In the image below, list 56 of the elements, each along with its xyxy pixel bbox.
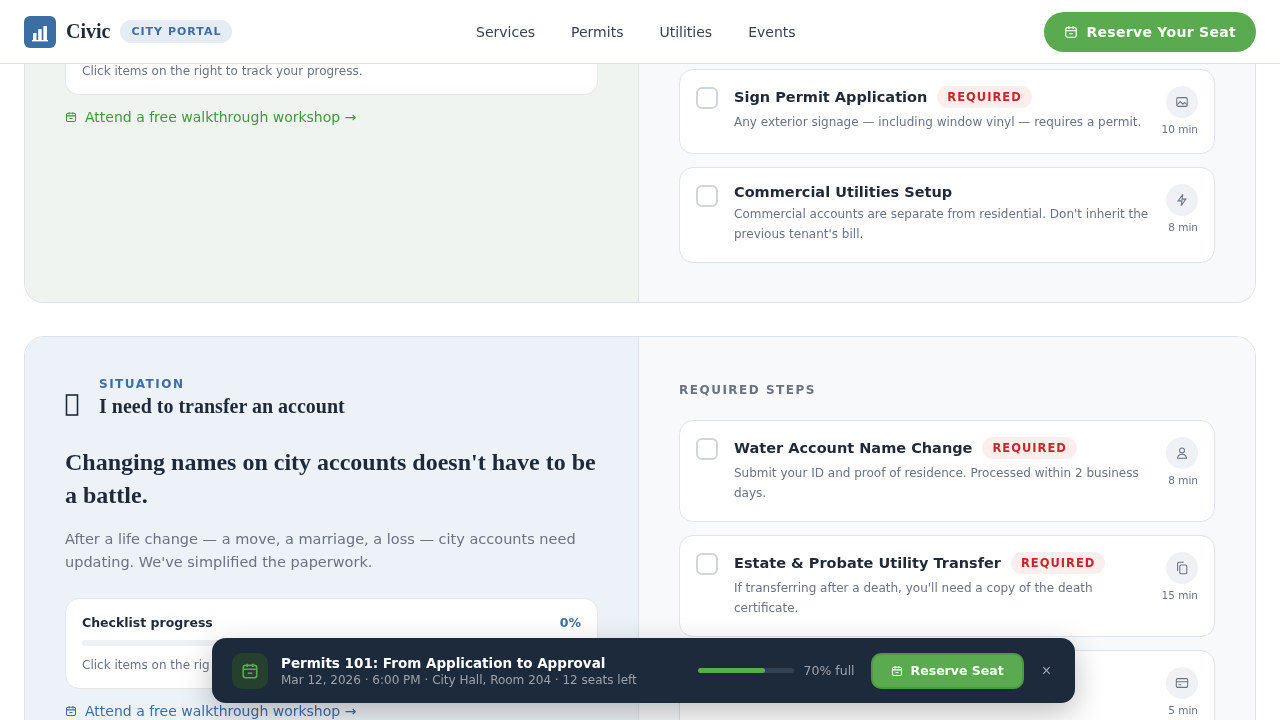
section-eyebrow: SITUATION: [99, 377, 186, 391]
bar-chart-logo-icon: [24, 15, 56, 48]
nav-link[interactable]: Services: [476, 23, 536, 40]
step-title: Sign Permit Application: [734, 89, 928, 105]
step-description: Submit your ID and proof of residence. Processed within 2 business days.: [734, 465, 1140, 502]
step-description: If transferring after a death, you'll need a copy of the death certificate.: [734, 580, 1094, 617]
calendar-icon: [1064, 24, 1079, 39]
required-badge: REQUIRED: [937, 86, 1032, 108]
step-title: Commercial Utilities Setup: [734, 184, 953, 200]
step-duration: 5 min: [1168, 704, 1198, 716]
portal-badge: CITY PORTAL: [120, 20, 233, 43]
nav-link[interactable]: Events: [748, 23, 796, 40]
close-button[interactable]: ×: [1037, 661, 1055, 680]
lightning-icon: [1175, 193, 1189, 207]
step-description: Commercial accounts are separate from residential. Don't inherit the previous tenant's bill.: [734, 206, 1150, 243]
situation-title: I need to transfer an account: [99, 395, 345, 418]
steps-heading: REQUIRED STEPS: [679, 383, 817, 397]
image-icon: [1175, 95, 1189, 109]
required-badge: REQUIRED: [1011, 552, 1106, 574]
step-card[interactable]: Estate & Probate Utility Transfer REQUIRED If transferring after a death, you'll need a copy of the death certificate. 15 min: [679, 535, 1215, 637]
event-details: Mar 12, 2026 · 6:00 PM · City Hall, Room 204 · 12 seats left: [281, 672, 638, 687]
step-checkbox[interactable]: [696, 438, 718, 460]
section-heading: Changing names on city accounts doesn't have to be a battle.: [65, 448, 597, 510]
copy-icon: [1175, 561, 1189, 575]
step-title: Water Account Name Change: [734, 440, 973, 456]
step-card[interactable]: Water Account Name Change REQUIRED Submit your ID and proof of residence. Processed within 2 business days. 8 min: [679, 420, 1215, 522]
step-description: Any exterior signage — including window vinyl — requires a permit.: [734, 114, 1143, 131]
capacity-text: 70% full: [803, 663, 855, 678]
step-duration: 8 min: [1168, 474, 1198, 486]
calendar-icon: [65, 705, 77, 717]
step-checkbox[interactable]: [696, 87, 718, 109]
calendar-icon: [241, 661, 259, 680]
progress-hint: Click items on the right to track your progress.: [82, 64, 363, 78]
intro-paragraph: After a life change — a move, a marriage, a loss — city accounts need updating. We've simplified the paperwork.: [65, 530, 577, 572]
progress-percent: 0%: [559, 615, 581, 630]
step-duration: 8 min: [1168, 221, 1198, 233]
nav-link[interactable]: Utilities: [659, 23, 713, 40]
calendar-icon: [890, 664, 903, 677]
step-checkbox[interactable]: [696, 185, 718, 207]
step-duration: 10 min: [1161, 123, 1198, 135]
progress-hint: Click items on the rig: [82, 658, 210, 672]
step-card[interactable]: Commercial Utilities Setup Commercial accounts are separate from residential. Don't inherit the previous tenant's bill. 8 min: [679, 167, 1215, 263]
progress-label: Checklist progress: [82, 615, 213, 630]
step-card[interactable]: Sign Permit Application REQUIRED Any exterior signage — including window vinyl — requires a permit. 10 min: [679, 69, 1215, 154]
step-title: Estate & Probate Utility Transfer: [734, 555, 1001, 571]
event-title: Permits 101: From Application to Approval: [281, 654, 607, 671]
required-badge: REQUIRED: [982, 437, 1077, 459]
card-icon: [1175, 676, 1189, 690]
workshop-link[interactable]: Attend a free walkthrough workshop →: [65, 703, 357, 719]
missing-glyph-icon: [65, 393, 79, 417]
step-checkbox[interactable]: [696, 553, 718, 575]
person-icon: [1175, 446, 1189, 460]
nav-link[interactable]: Permits: [571, 23, 624, 40]
step-duration: 15 min: [1161, 589, 1198, 601]
brand-name: Civic: [66, 20, 111, 43]
calendar-icon: [65, 111, 77, 123]
